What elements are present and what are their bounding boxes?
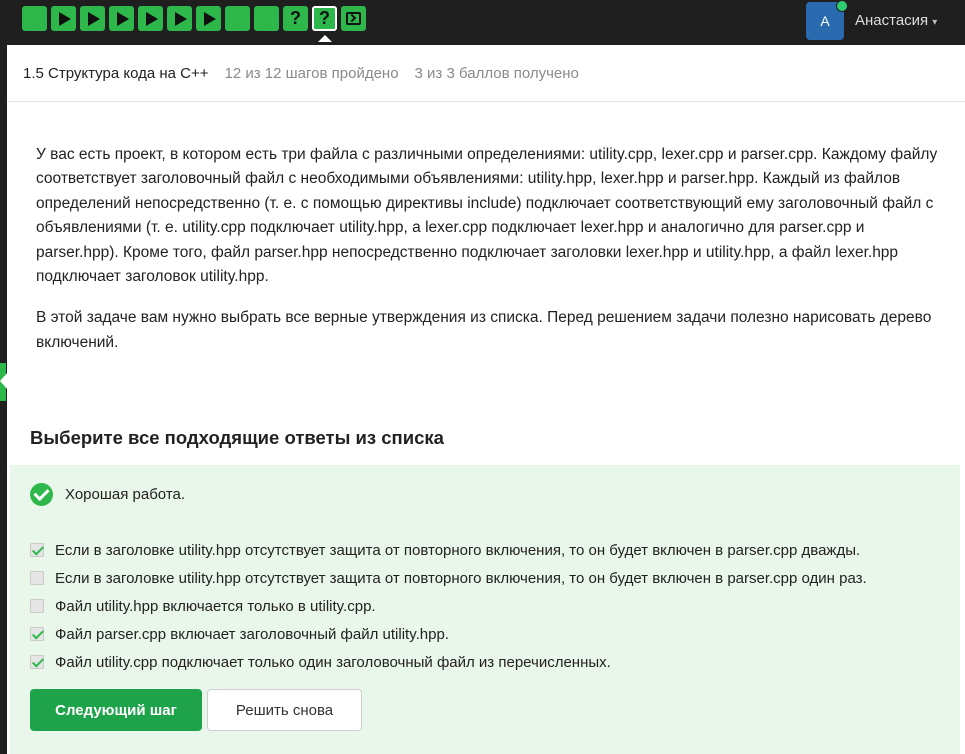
answer-option[interactable]: Файл parser.cpp включает заголовочный фа… bbox=[30, 620, 867, 648]
answer-option-label: Файл utility.cpp подключает только один … bbox=[55, 653, 611, 671]
step-11-question[interactable]: ? bbox=[312, 6, 337, 31]
terminal-icon bbox=[346, 12, 361, 25]
step-1-check[interactable] bbox=[22, 6, 47, 31]
step-6-play[interactable] bbox=[167, 6, 192, 31]
task-description: У вас есть проект, в котором есть три фа… bbox=[36, 143, 946, 372]
answer-checkbox[interactable] bbox=[30, 571, 44, 585]
question-icon: ? bbox=[319, 8, 330, 28]
next-step-button[interactable]: Следующий шаг bbox=[30, 689, 202, 731]
chevron-down-icon: ▾ bbox=[932, 17, 938, 28]
answer-option[interactable]: Файл utility.hpp включается только в uti… bbox=[30, 592, 867, 620]
play-icon bbox=[175, 11, 187, 26]
success-check-icon bbox=[30, 483, 53, 506]
top-bar: ?? А Анастасия ▾ bbox=[0, 0, 965, 45]
play-icon bbox=[117, 11, 129, 26]
answer-option-label: Если в заголовке utility.hpp отсутствует… bbox=[55, 541, 861, 559]
quiz-result-panel: Хорошая работа. Если в заголовке utility… bbox=[10, 465, 960, 754]
answer-options: Если в заголовке utility.hpp отсутствует… bbox=[30, 536, 867, 676]
step-9-check[interactable] bbox=[254, 6, 279, 31]
answer-option-label: Файл utility.hpp включается только в uti… bbox=[55, 597, 376, 615]
answer-checkbox[interactable] bbox=[30, 599, 44, 613]
step-10-question[interactable]: ? bbox=[283, 6, 308, 31]
play-icon bbox=[204, 11, 216, 26]
step-12-code[interactable] bbox=[341, 6, 366, 31]
user-menu[interactable]: Анастасия ▾ bbox=[855, 12, 937, 29]
play-icon bbox=[146, 11, 158, 26]
task-paragraph: У вас есть проект, в котором есть три фа… bbox=[36, 146, 938, 286]
step-8-check[interactable] bbox=[225, 6, 250, 31]
step-7-play[interactable] bbox=[196, 6, 221, 31]
lesson-title[interactable]: 1.5 Структура кода на C++ bbox=[23, 65, 209, 82]
task-paragraph: В этой задаче вам нужно выбрать все верн… bbox=[36, 309, 932, 351]
feedback: Хорошая работа. bbox=[30, 483, 185, 506]
step-5-play[interactable] bbox=[138, 6, 163, 31]
lesson-content: 1.5 Структура кода на C++ 12 из 12 шагов… bbox=[7, 45, 965, 754]
quiz-title: Выберите все подходящие ответы из списка bbox=[30, 427, 444, 448]
step-4-play[interactable] bbox=[109, 6, 134, 31]
answer-option[interactable]: Файл utility.cpp подключает только один … bbox=[30, 648, 867, 676]
question-icon: ? bbox=[290, 8, 301, 28]
steps-progress: 12 из 12 шагов пройдено bbox=[224, 64, 399, 82]
user-name: Анастасия bbox=[855, 12, 929, 29]
play-icon bbox=[88, 11, 100, 26]
retry-button[interactable]: Решить снова bbox=[207, 689, 362, 731]
step-2-play[interactable] bbox=[51, 6, 76, 31]
answer-option-label: Если в заголовке utility.hpp отсутствует… bbox=[55, 569, 867, 587]
lesson-header: 1.5 Структура кода на C++ 12 из 12 шагов… bbox=[7, 45, 965, 102]
answer-option-label: Файл parser.cpp включает заголовочный фа… bbox=[55, 625, 449, 643]
answer-checkbox[interactable] bbox=[30, 655, 44, 669]
answer-option[interactable]: Если в заголовке utility.hpp отсутствует… bbox=[30, 564, 867, 592]
play-icon bbox=[59, 11, 71, 26]
feedback-text: Хорошая работа. bbox=[65, 486, 186, 503]
step-3-play[interactable] bbox=[80, 6, 105, 31]
online-status-dot bbox=[836, 0, 848, 12]
answer-option[interactable]: Если в заголовке utility.hpp отсутствует… bbox=[30, 536, 867, 564]
points-progress: 3 из 3 баллов получено bbox=[414, 64, 579, 82]
step-navigation: ?? bbox=[22, 6, 366, 31]
answer-checkbox[interactable] bbox=[30, 627, 44, 641]
answer-checkbox[interactable] bbox=[30, 543, 44, 557]
